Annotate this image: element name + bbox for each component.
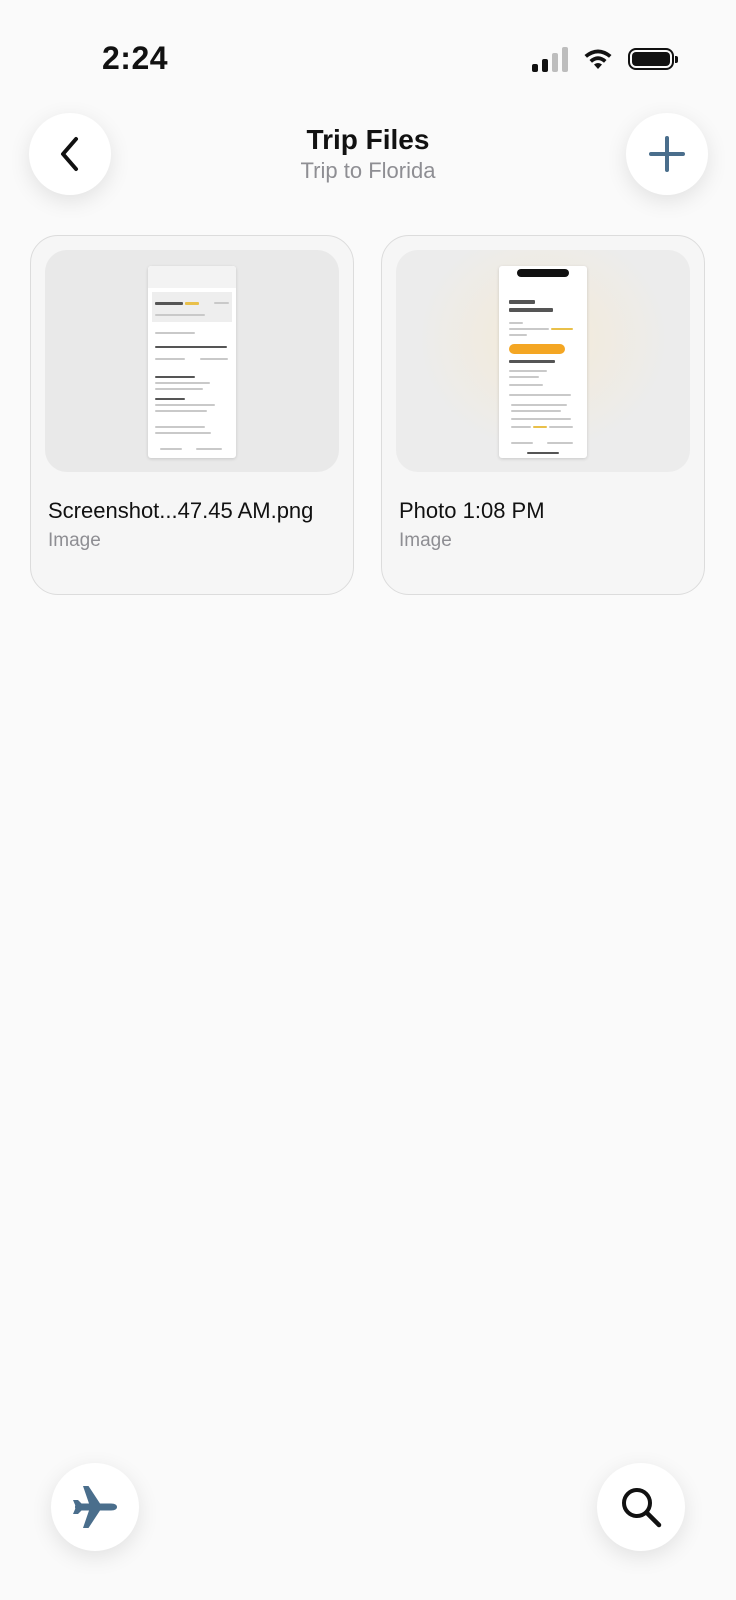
page-subtitle: Trip to Florida: [300, 158, 436, 183]
airplane-icon: [73, 1486, 117, 1528]
search-button[interactable]: [597, 1463, 685, 1551]
file-type: Image: [48, 530, 101, 551]
status-bar: 2:24: [0, 0, 736, 110]
trips-button[interactable]: [51, 1463, 139, 1551]
plus-icon: [649, 136, 685, 172]
cellular-signal-icon: [532, 46, 568, 72]
wifi-icon: [584, 49, 612, 69]
status-icons: [532, 46, 678, 72]
file-thumbnail: [396, 250, 690, 472]
file-name: Screenshot...47.45 AM.png: [48, 498, 314, 523]
status-time: 2:24: [102, 40, 169, 76]
search-icon: [622, 1488, 662, 1528]
file-thumbnail: [45, 250, 339, 472]
screenshot-preview-image: [148, 266, 236, 458]
file-grid: Screenshot...47.45 AM.png Image Photo 1:…: [30, 235, 705, 595]
file-card[interactable]: Screenshot...47.45 AM.png Image: [30, 235, 354, 595]
file-name: Photo 1:08 PM: [399, 498, 545, 523]
photo-preview-image: [499, 266, 587, 458]
file-card[interactable]: Photo 1:08 PM Image: [381, 235, 705, 595]
battery-icon: [628, 48, 678, 70]
add-file-button[interactable]: [626, 113, 708, 195]
file-type: Image: [399, 530, 452, 551]
